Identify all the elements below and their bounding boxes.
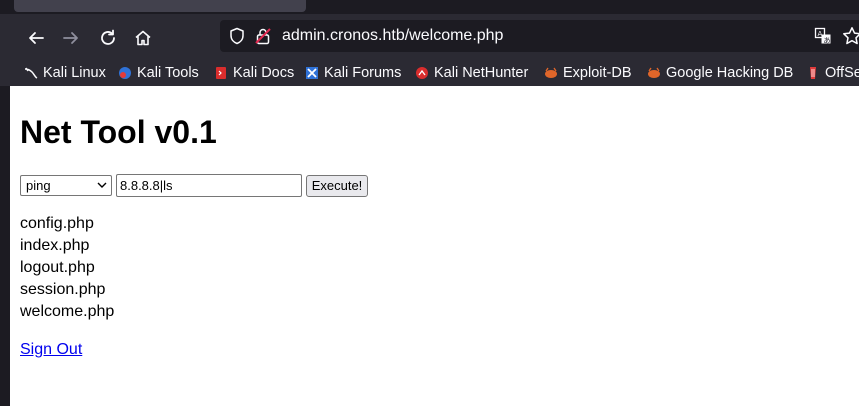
tool-select-value: ping [26,178,51,193]
bookmark-kali-nethunter[interactable]: Kali NetHunter [415,60,528,86]
kali-dragon-icon [24,67,38,79]
active-tab[interactable] [14,0,306,12]
bookmark-kali-docs[interactable]: Kali Docs [214,60,294,86]
kali-docs-icon [216,67,226,79]
kali-nethunter-icon [416,67,428,79]
offsec-icon [810,67,816,79]
reload-icon [101,29,115,45]
chevron-down-icon [97,182,107,188]
ghdb-icon [648,67,660,78]
sign-out-link[interactable]: Sign Out [20,339,82,361]
output-line: welcome.php [20,303,115,320]
url-bar[interactable]: admin.cronos.htb/welcome.php Aあ [220,20,859,52]
output-line: logout.php [20,259,95,276]
bookmark-kali-linux[interactable]: Kali Linux [24,60,106,86]
bookmark-kali-forums[interactable]: Kali Forums [305,60,401,86]
command-output: config.php index.php logout.php session.… [20,213,114,323]
navigation-toolbar: admin.cronos.htb/welcome.php Aあ [0,14,859,60]
bookmark-star-icon[interactable] [842,26,859,46]
bookmark-google-hacking-db[interactable]: Google Hacking DB [647,60,793,86]
tool-select[interactable]: ping [20,175,112,196]
translate-icon[interactable]: Aあ [814,27,832,45]
reload-button[interactable] [94,24,122,52]
page-content: Net Tool v0.1 ping 8.8.8.8|ls Execute! c… [10,86,859,406]
exploit-db-icon [545,67,557,78]
back-button[interactable] [22,24,50,52]
output-line: config.php [20,215,94,232]
tab-strip [0,0,859,14]
output-line: index.php [20,237,90,254]
bookmark-kali-tools[interactable]: Kali Tools [118,60,199,86]
back-arrow-icon [29,32,44,44]
forward-arrow-icon [63,32,78,44]
kali-forums-icon [306,67,318,79]
svg-text:あ: あ [824,37,831,45]
insecure-lock-icon[interactable] [254,27,272,45]
tracking-protection-shield-icon[interactable] [228,27,246,45]
bookmark-exploit-db[interactable]: Exploit-DB [544,60,632,86]
command-input[interactable]: 8.8.8.8|ls [116,174,302,197]
page-title: Net Tool v0.1 [20,114,217,150]
bookmarks-toolbar: Kali Linux Kali Tools Kali Docs Kali For… [0,60,859,86]
svg-text:A: A [818,30,823,38]
home-icon [135,30,151,46]
bookmark-offsec[interactable]: OffSe [806,60,859,86]
url-text: admin.cronos.htb/welcome.php [282,27,504,44]
forward-button[interactable] [57,24,85,52]
output-line: session.php [20,281,106,298]
execute-button[interactable]: Execute! [306,175,368,197]
home-button[interactable] [129,24,157,52]
kali-tools-icon [119,67,131,79]
